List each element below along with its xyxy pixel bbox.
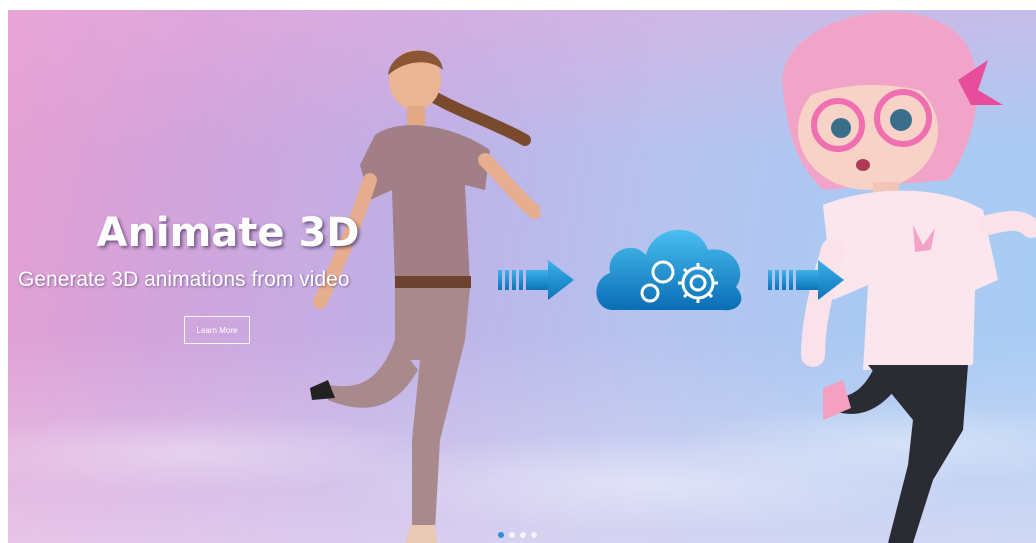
- slide-title: Animate 3D: [96, 210, 360, 256]
- pipeline-arrow-left-icon: [498, 260, 574, 300]
- pipeline-arrow-right-icon: [768, 260, 844, 300]
- learn-more-button[interactable]: Learn More: [184, 316, 250, 344]
- carousel-dot-2[interactable]: [509, 532, 515, 538]
- carousel-pagination: [498, 532, 537, 538]
- cloud-gears-icon: [596, 229, 742, 311]
- hero-slide: Animate 3D Generate 3D animations from v…: [8, 10, 1036, 543]
- carousel-dot-1[interactable]: [498, 532, 504, 538]
- carousel-dot-3[interactable]: [520, 532, 526, 538]
- slide-subtitle: Generate 3D animations from video: [18, 268, 350, 291]
- carousel-dot-4[interactable]: [531, 532, 537, 538]
